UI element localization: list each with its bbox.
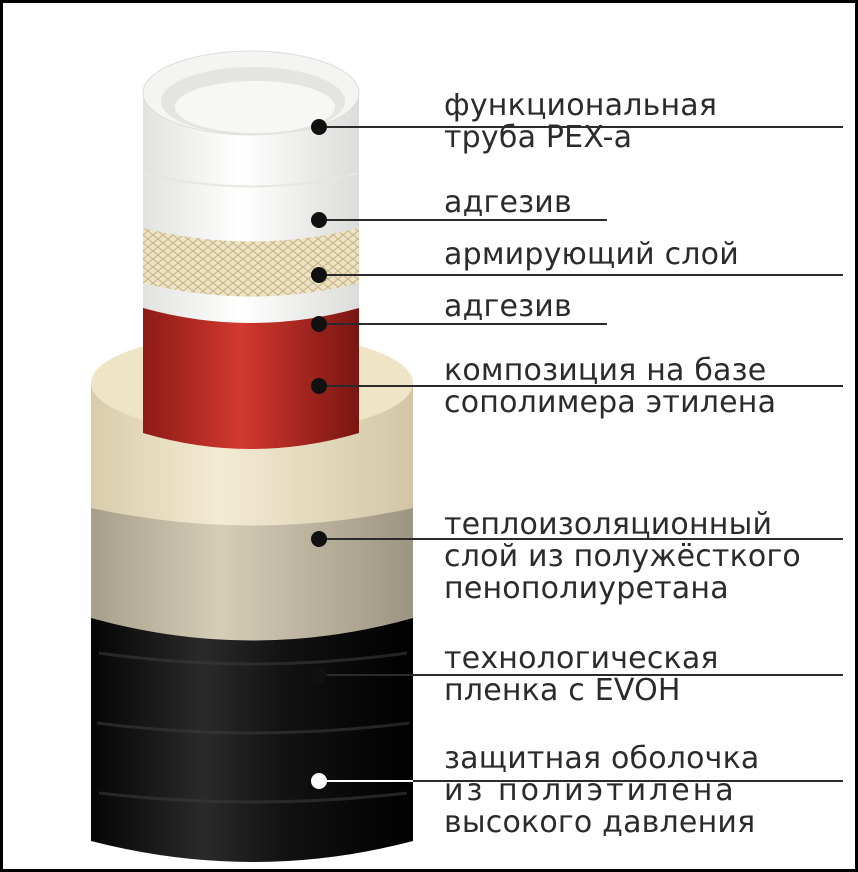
label-composition: композиция на базе сополимера этилена (444, 353, 777, 420)
leader-dot-adhesive-1 (311, 212, 327, 228)
leader-dot-pex (311, 119, 327, 135)
label-pex-pipe: функциональная труба PEX-a (444, 88, 718, 155)
label-jacket: защитная оболочка из полиэтилена высокого … (444, 741, 760, 840)
jacket-layer (91, 615, 413, 862)
label-insulation: теплоизоляционный слой из полужёсткого пен… (444, 507, 801, 606)
leader-dot-insulation (311, 531, 327, 547)
pipe-diagram: функциональная труба PEX-a адгезив армиру… (0, 0, 858, 872)
label-reinforcing-layer: армирующий слой (444, 237, 739, 272)
leader-dot-jacket (311, 773, 327, 789)
label-adhesive-2: адгезив (444, 289, 572, 324)
label-adhesive-1: адгезив (444, 185, 572, 220)
label-film: технологическая пленка с EVOH (444, 641, 719, 708)
leader-dot-reinforcing (311, 267, 327, 283)
leader-dot-composition (311, 378, 327, 394)
leader-dot-film (311, 667, 327, 683)
leader-dot-adhesive-2 (311, 316, 327, 332)
pex-pipe-layer (142, 50, 360, 323)
